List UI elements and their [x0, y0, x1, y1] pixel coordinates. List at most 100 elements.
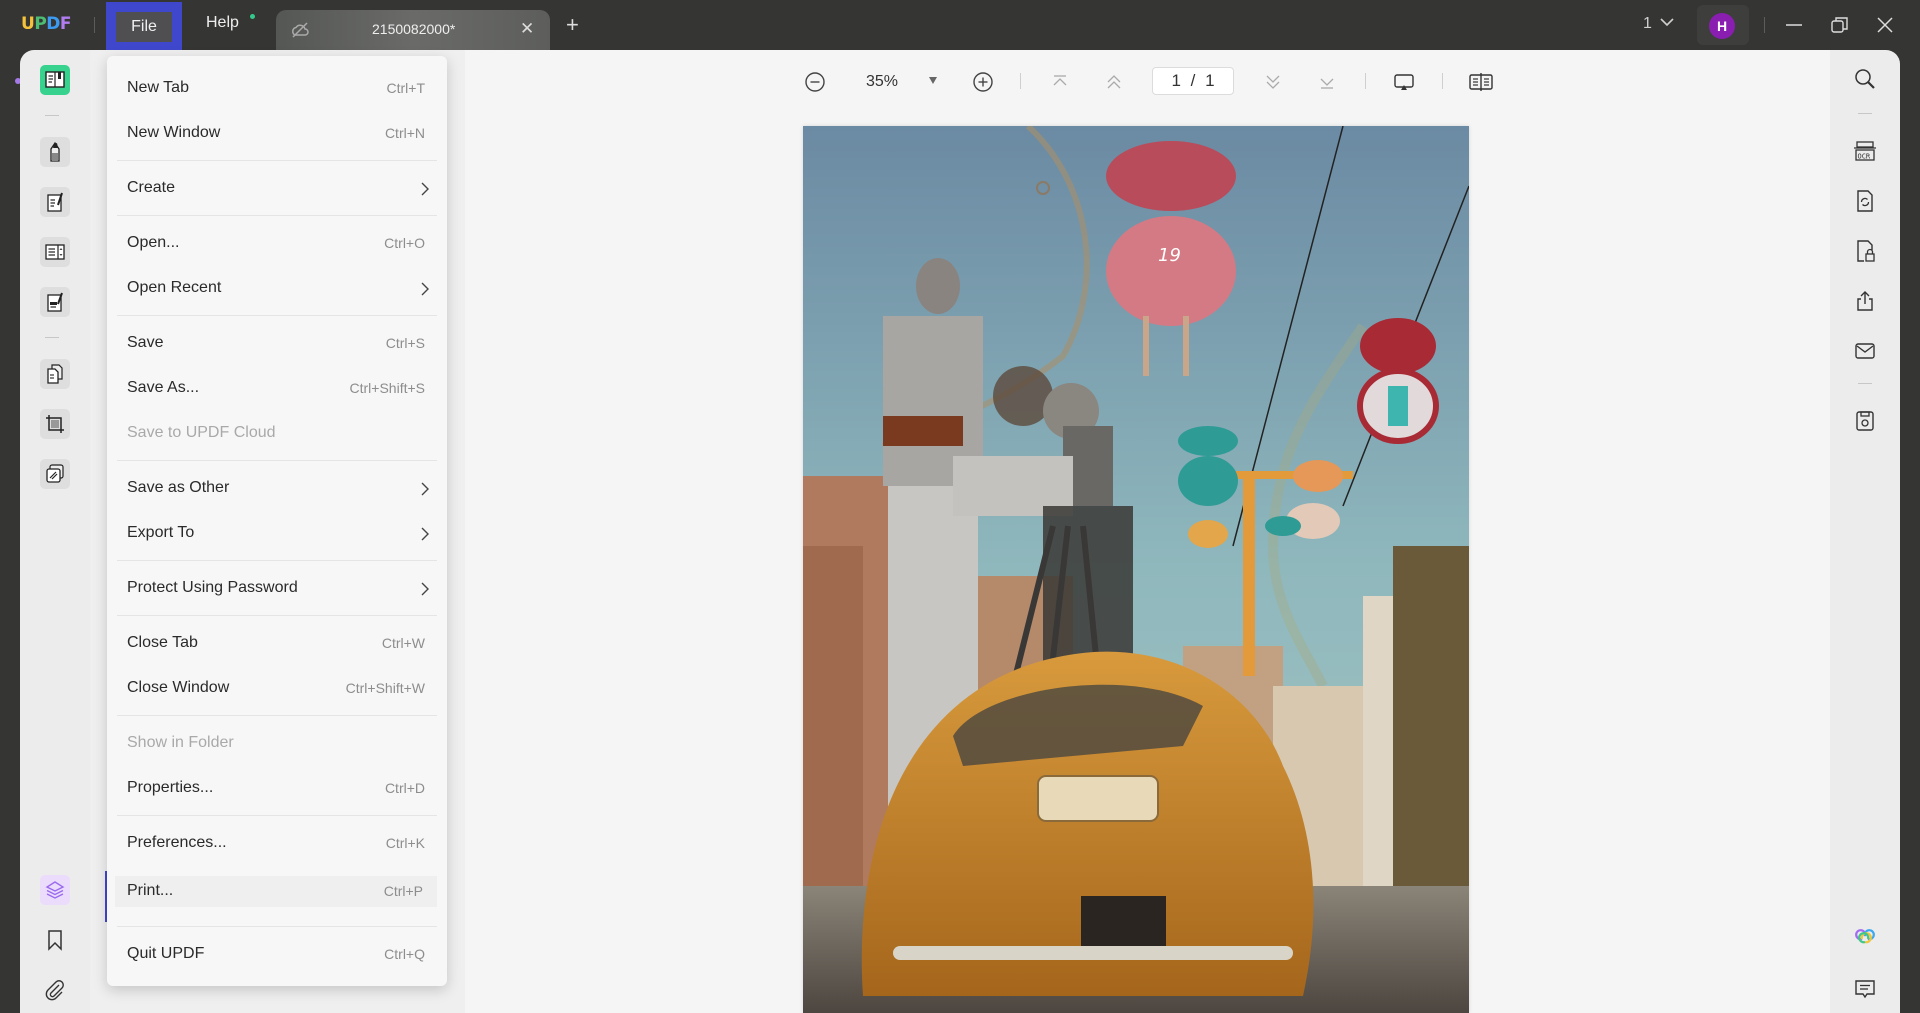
menu-item-new-tab[interactable]: New Tab Ctrl+T [107, 67, 447, 111]
redact-icon [47, 292, 63, 312]
edit-pdf-icon [47, 192, 63, 212]
chevron-right-icon [421, 527, 429, 541]
menu-item-shortcut: Ctrl+O [384, 235, 425, 251]
menu-item-properties[interactable]: Properties... Ctrl+D [107, 767, 447, 811]
close-window-icon[interactable] [1874, 14, 1896, 36]
protect-button[interactable] [1852, 238, 1878, 264]
divider [1858, 383, 1872, 384]
menu-divider [117, 460, 437, 461]
batch-tool-button[interactable] [40, 459, 70, 489]
menu-item-new-window[interactable]: New Window Ctrl+N [107, 112, 447, 156]
menu-item-save[interactable]: Save Ctrl+S [107, 322, 447, 366]
page-layout-button[interactable] [1468, 70, 1494, 94]
account-button[interactable]: H [1697, 5, 1749, 45]
menu-item-close-window[interactable]: Close Window Ctrl+Shift+W [107, 667, 447, 711]
menu-item-label: Export To [127, 524, 195, 541]
avatar: H [1709, 13, 1735, 39]
protect-icon [1857, 240, 1875, 262]
search-icon [1855, 69, 1875, 89]
zoom-level[interactable]: 35% [866, 73, 898, 91]
edit-pdf-tool-button[interactable] [40, 187, 70, 217]
page-number-input[interactable]: 1 / 1 [1152, 67, 1234, 95]
menu-item-open[interactable]: Open... Ctrl+O [107, 222, 447, 266]
ai-assistant-button[interactable] [1852, 926, 1878, 952]
menu-item-shortcut: Ctrl+Shift+S [349, 380, 425, 396]
menu-item-label: Create [127, 179, 176, 196]
menu-item-label: New Tab [127, 79, 189, 96]
left-sidebar [20, 50, 90, 1013]
comment-tool-button[interactable] [40, 137, 70, 167]
search-button[interactable] [1852, 66, 1878, 92]
ocr-button[interactable]: OCR [1852, 138, 1878, 164]
organize-pages-tool-button[interactable] [40, 359, 70, 389]
chevron-right-icon [421, 582, 429, 596]
bookmark-button[interactable] [40, 925, 70, 955]
menu-item-open-recent[interactable]: Open Recent [107, 267, 447, 311]
zoom-out-button[interactable] [803, 70, 827, 94]
zoom-dropdown-icon[interactable] [929, 77, 937, 84]
zoom-in-icon [973, 72, 993, 92]
crop-tool-button[interactable] [40, 409, 70, 439]
minimize-icon[interactable] [1783, 14, 1805, 36]
first-page-button[interactable] [1050, 70, 1070, 94]
new-tab-button[interactable]: + [566, 12, 579, 38]
window-count[interactable]: 1 [1643, 15, 1652, 33]
chevron-right-icon [421, 282, 429, 296]
menu-item-preferences[interactable]: Preferences... Ctrl+K [107, 822, 447, 866]
menu-item-shortcut: Ctrl+T [386, 80, 426, 96]
comment-button[interactable] [1852, 976, 1878, 1002]
menu-item-print[interactable]: Print... Ctrl+P [115, 876, 437, 907]
title-bar: UPDF File Help 2150082000* ✕ + 1 H [0, 0, 1920, 50]
menu-item-create[interactable]: Create [107, 167, 447, 211]
file-menu: New Tab Ctrl+T New Window Ctrl+N Create … [107, 56, 447, 986]
menu-item-shortcut: Ctrl+N [384, 125, 425, 141]
redact-tool-button[interactable] [40, 287, 70, 317]
divider [1365, 73, 1366, 89]
presentation-icon [1394, 74, 1414, 90]
next-page-button[interactable] [1263, 70, 1283, 94]
menu-item-quit-updf[interactable]: Quit UPDF Ctrl+Q [107, 933, 447, 977]
zoom-in-button[interactable] [971, 70, 995, 94]
share-icon [1857, 291, 1873, 311]
last-page-button[interactable] [1317, 70, 1337, 94]
layers-button[interactable] [40, 875, 70, 905]
menu-item-protect-using-password[interactable]: Protect Using Password [107, 567, 447, 611]
menu-item-label: Save As... [127, 379, 200, 396]
double-chevron-up-icon [1107, 75, 1121, 89]
close-tab-icon[interactable]: ✕ [520, 19, 534, 39]
menu-item-close-tab[interactable]: Close Tab Ctrl+W [107, 622, 447, 666]
menu-item-save-as[interactable]: Save As... Ctrl+Shift+S [107, 367, 447, 411]
file-menu-button[interactable]: File [106, 2, 182, 50]
menu-item-save-as-other[interactable]: Save as Other [107, 467, 447, 511]
share-button[interactable] [1852, 288, 1878, 314]
menu-item-shortcut: Ctrl+Q [384, 946, 425, 962]
document-tab[interactable]: 2150082000* ✕ [276, 10, 550, 50]
reader-tool-button[interactable] [40, 65, 70, 95]
help-menu-button[interactable]: Help [206, 14, 239, 32]
pdf-page[interactable]: 19 [803, 126, 1469, 1013]
divider [45, 115, 59, 116]
chevron-down-icon[interactable] [1658, 13, 1676, 31]
menu-divider [117, 160, 437, 161]
menu-item-export-to[interactable]: Export To [107, 512, 447, 556]
attachment-button[interactable] [40, 975, 70, 1005]
menu-item-label: Print... [127, 882, 174, 899]
convert-button[interactable] [1852, 188, 1878, 214]
menu-item-label: Protect Using Password [127, 579, 298, 596]
reader-icon [45, 71, 65, 88]
email-button[interactable] [1852, 338, 1878, 364]
presentation-button[interactable] [1392, 70, 1416, 94]
zoom-out-icon [805, 72, 825, 92]
menu-item-label: Open... [127, 234, 180, 251]
form-tool-button[interactable] [40, 237, 70, 267]
menu-divider [117, 560, 437, 561]
restore-icon[interactable] [1829, 14, 1851, 36]
menu-item-save-to-cloud: Save to UPDF Cloud [107, 412, 447, 456]
highlighter-icon [50, 141, 60, 162]
divider [1858, 113, 1872, 114]
two-page-view-icon [1469, 73, 1493, 91]
menu-item-shortcut: Ctrl+D [384, 780, 425, 796]
previous-page-button[interactable] [1104, 70, 1124, 94]
updf-logo: UPDF [21, 14, 72, 34]
save-button[interactable] [1852, 408, 1878, 434]
